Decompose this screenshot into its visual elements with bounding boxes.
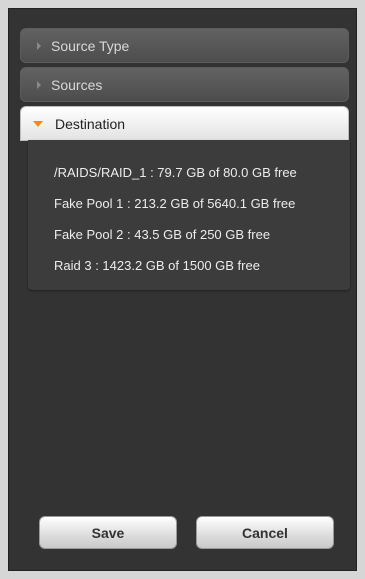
accordion-header-source-type[interactable]: Source Type [20, 28, 349, 63]
destination-item[interactable]: /RAIDS/RAID_1 : 79.7 GB of 80.0 GB free [54, 165, 297, 180]
chevron-down-icon [33, 120, 43, 127]
cancel-button[interactable]: Cancel [196, 516, 334, 549]
save-button[interactable]: Save [39, 516, 177, 549]
chevron-right-icon [37, 80, 41, 89]
accordion-label-source-type: Source Type [51, 37, 130, 54]
accordion-label-destination: Destination [55, 115, 126, 132]
accordion-header-destination[interactable]: Destination [20, 106, 349, 141]
chevron-right-icon [37, 41, 41, 50]
destination-item[interactable]: Raid 3 : 1423.2 GB of 1500 GB free [54, 258, 260, 273]
destination-item[interactable]: Fake Pool 2 : 43.5 GB of 250 GB free [54, 227, 270, 242]
destination-item[interactable]: Fake Pool 1 : 213.2 GB of 5640.1 GB free [54, 196, 295, 211]
destination-list: /RAIDS/RAID_1 : 79.7 GB of 80.0 GB free … [28, 140, 350, 290]
accordion-label-sources: Sources [51, 76, 103, 93]
accordion-header-sources[interactable]: Sources [20, 67, 349, 102]
